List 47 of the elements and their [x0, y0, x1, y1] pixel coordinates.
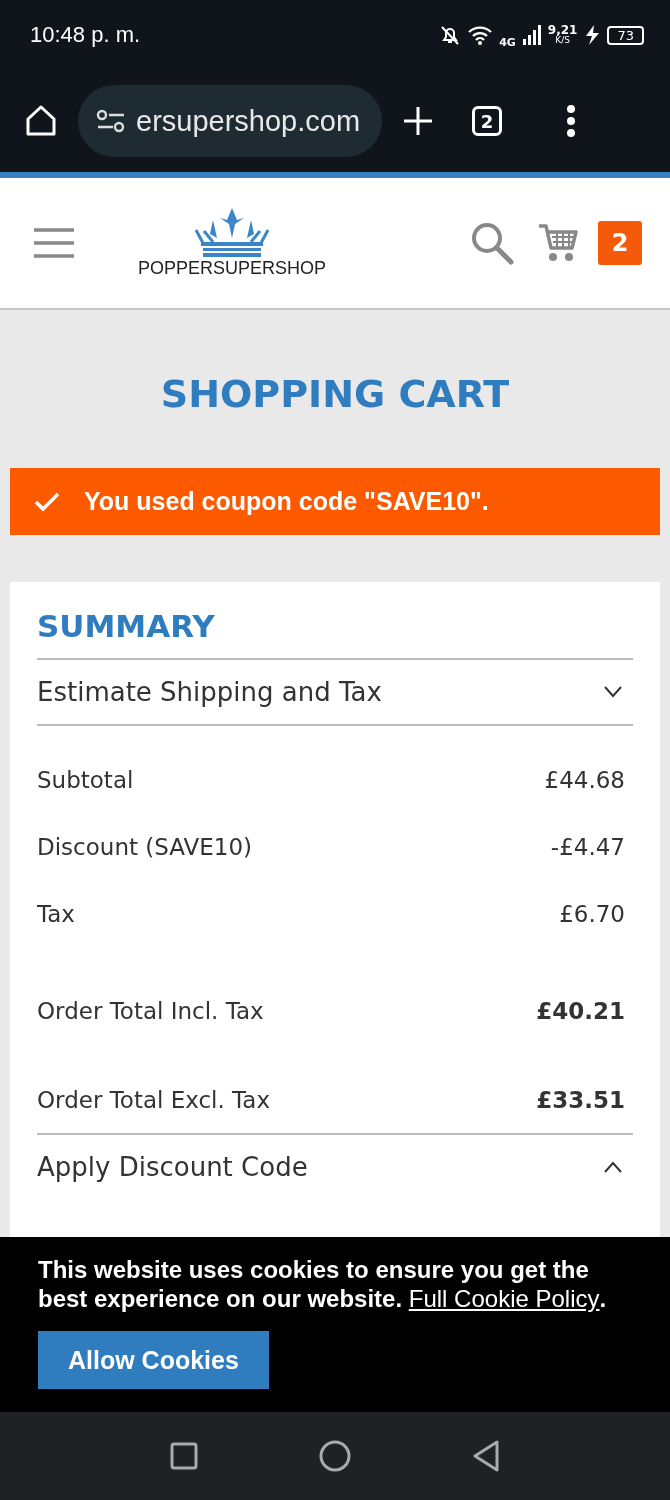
logo-text: POPPERSUPERSHOP	[138, 257, 327, 279]
address-bar[interactable]: ersupershop.com	[78, 85, 382, 157]
search-icon[interactable]	[470, 221, 514, 265]
menu-icon[interactable]	[34, 227, 74, 259]
tab-count-button[interactable]: 2	[472, 106, 502, 136]
row-label: Tax	[37, 900, 75, 927]
recent-apps-icon[interactable]	[170, 1442, 199, 1470]
collapsible-header[interactable]: Estimate Shipping and Tax	[37, 658, 633, 726]
back-icon[interactable]	[471, 1440, 500, 1472]
summary-title: SUMMARY	[37, 608, 216, 644]
total-amount: £33.51	[536, 1087, 625, 1113]
section-title: Apply Discount Code	[37, 1152, 308, 1182]
section-title: Estimate Shipping and Tax	[37, 677, 382, 707]
crown-icon	[193, 207, 272, 258]
page-title: SHOPPING CART	[159, 372, 511, 416]
site-settings-icon[interactable]	[96, 109, 126, 133]
row-amount: £6.70	[559, 900, 625, 927]
check-icon	[34, 491, 60, 512]
chevron-up-icon[interactable]	[603, 1161, 623, 1173]
home-icon[interactable]	[319, 1440, 351, 1472]
allow-cookies-button[interactable]: Allow Cookies	[38, 1331, 269, 1389]
cookie-notice-text: This website uses cookies to ensure you get the best experience on our website. Full Cookie Policy.	[38, 1255, 608, 1313]
charging-icon	[583, 24, 602, 46]
battery-level: 73	[607, 25, 644, 45]
signal-icon	[521, 24, 542, 46]
clock-time: 10:48 p. m.	[30, 22, 141, 48]
url-text: ersupershop.com	[136, 104, 361, 138]
row-label: Discount (SAVE10)	[37, 833, 253, 860]
wifi-icon	[467, 24, 494, 46]
collapsible-header[interactable]: Apply Discount Code	[37, 1133, 633, 1199]
total-label: Order Total Incl. Tax	[37, 998, 264, 1024]
row-label: Subtotal	[37, 766, 134, 793]
data-speed: 9,21	[547, 25, 578, 35]
plus-icon[interactable]	[402, 105, 434, 137]
speed-unit: K/S	[555, 35, 570, 45]
cart-icon[interactable]	[538, 223, 578, 263]
cookie-policy-link[interactable]: Full Cookie Policy	[408, 1285, 600, 1312]
muted-bell-icon	[439, 24, 462, 46]
row-amount: -£4.47	[550, 833, 625, 860]
total-amount: £40.21	[536, 998, 625, 1024]
total-label: Order Total Excl. Tax	[37, 1087, 271, 1113]
more-menu-icon[interactable]	[566, 105, 576, 137]
chevron-down-icon[interactable]	[603, 686, 623, 698]
home-icon[interactable]	[24, 104, 58, 138]
row-amount: £44.68	[544, 766, 625, 793]
network-type: 4G	[499, 35, 516, 49]
message-text: You used coupon code "SAVE10".	[84, 487, 489, 516]
